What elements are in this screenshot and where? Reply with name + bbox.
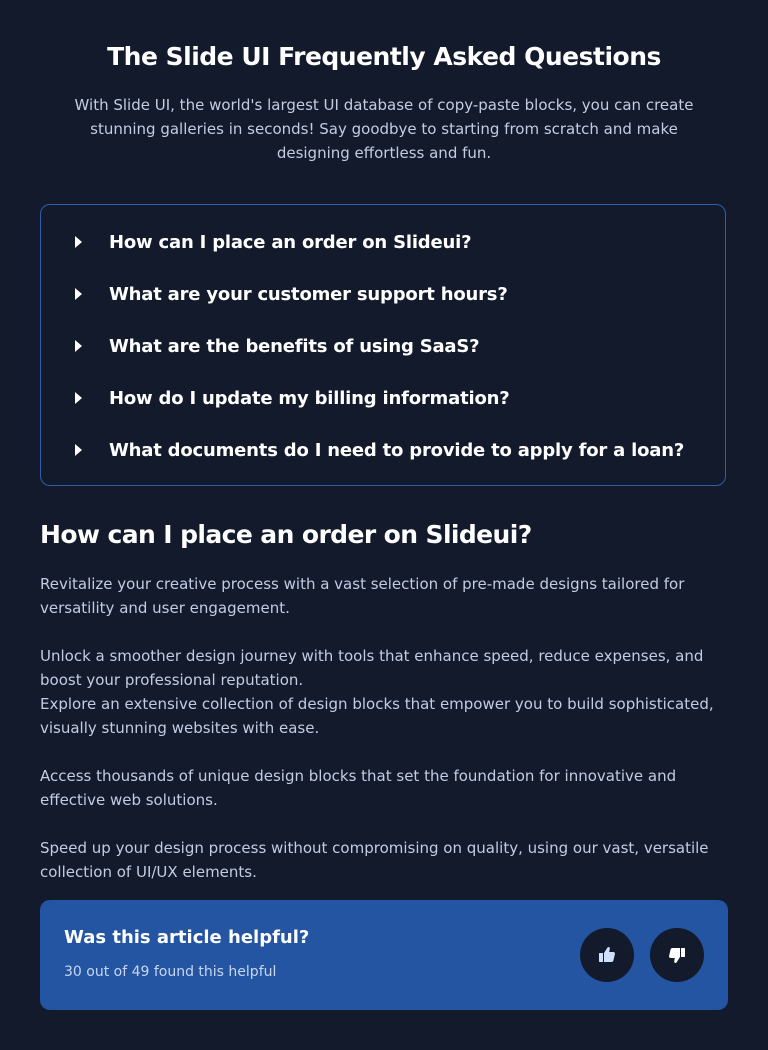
faq-item-label: What are the benefits of using SaaS?: [109, 335, 480, 357]
answer-paragraph: Speed up your design process without com…: [40, 839, 709, 881]
answer-paragraph: Access thousands of unique design blocks…: [40, 767, 677, 809]
faq-item-place-order[interactable]: How can I place an order on Slideui?: [75, 227, 472, 257]
faq-item-support-hours[interactable]: What are your customer support hours?: [75, 279, 508, 309]
answer-paragraph: Unlock a smoother design journey with to…: [40, 647, 704, 689]
page-title: The Slide UI Frequently Asked Questions: [107, 42, 661, 71]
thumbs-up-icon: [599, 947, 615, 962]
faq-item-label: What are your customer support hours?: [109, 283, 508, 305]
caret-right-icon: [75, 340, 82, 352]
faq-item-billing[interactable]: How do I update my billing information?: [75, 383, 510, 413]
answer-title: How can I place an order on Slideui?: [40, 520, 532, 549]
faq-page: The Slide UI Frequently Asked Questions …: [0, 0, 768, 1050]
faq-list: How can I place an order on Slideui? Wha…: [40, 204, 726, 486]
thumbs-down-button[interactable]: [650, 928, 704, 982]
faq-item-label: How can I place an order on Slideui?: [109, 231, 472, 253]
faq-item-label: How do I update my billing information?: [109, 387, 510, 409]
thumbs-up-button[interactable]: [580, 928, 634, 982]
faq-item-label: What documents do I need to provide to a…: [109, 439, 685, 461]
caret-right-icon: [75, 288, 82, 300]
faq-item-saas-benefits[interactable]: What are the benefits of using SaaS?: [75, 331, 480, 361]
thumbs-down-icon: [669, 948, 685, 963]
feedback-panel: Was this article helpful? 30 out of 49 f…: [40, 900, 728, 1010]
caret-right-icon: [75, 392, 82, 404]
feedback-question: Was this article helpful?: [64, 927, 310, 948]
answer-paragraph: Revitalize your creative process with a …: [40, 575, 685, 617]
faq-item-loan-documents[interactable]: What documents do I need to provide to a…: [75, 435, 684, 465]
answer-paragraph: Explore an extensive collection of desig…: [40, 695, 714, 737]
caret-right-icon: [75, 444, 82, 456]
feedback-count: 30 out of 49 found this helpful: [64, 964, 277, 980]
page-intro: With Slide UI, the world's largest UI da…: [74, 96, 694, 162]
caret-right-icon: [75, 236, 82, 248]
